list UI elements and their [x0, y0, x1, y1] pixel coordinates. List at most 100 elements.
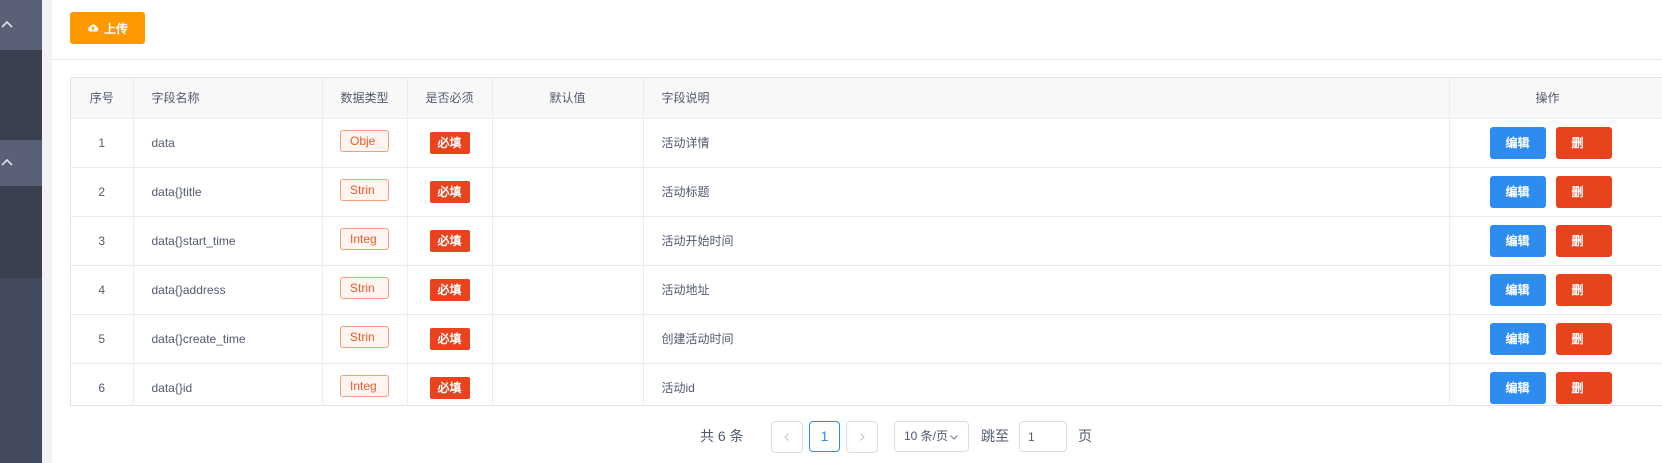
cell-required: 必填 — [407, 363, 493, 405]
chevron-up-icon — [1, 20, 13, 28]
cell-default-value — [492, 216, 644, 266]
cell-actions: 编辑删 — [1449, 314, 1662, 364]
next-page-button[interactable] — [846, 421, 878, 453]
required-tag: 必填 — [429, 376, 470, 399]
cell-field-name: data{}title — [133, 167, 323, 217]
sidebar-submenu-1 — [0, 50, 42, 140]
jump-suffix: 页 — [1078, 428, 1092, 444]
chevron-right-icon — [860, 433, 865, 441]
header-required: 是否必须 — [407, 78, 493, 119]
sidebar-submenu-2 — [0, 186, 42, 278]
table-row: 2 data{}title Strin 必填 活动标题 编辑删 — [71, 167, 1662, 217]
cell-required: 必填 — [407, 216, 493, 266]
header-data-type: 数据类型 — [322, 78, 408, 119]
header-actions: 操作 — [1449, 78, 1662, 119]
required-tag: 必填 — [429, 180, 470, 203]
edit-button[interactable]: 编辑 — [1489, 224, 1546, 257]
data-type-tag: Strin — [340, 179, 389, 201]
cell-data-type: Strin — [322, 265, 408, 315]
cell-field-name: data{}id — [133, 363, 323, 405]
cell-required: 必填 — [407, 167, 493, 217]
page-size-select[interactable]: 10 条/页 — [894, 421, 969, 452]
chevron-down-icon — [950, 435, 958, 440]
pagination: 共 6 条 1 10 条/页 跳至 页 — [52, 420, 1662, 453]
sidebar-menu-header-1[interactable] — [0, 0, 42, 50]
sidebar — [0, 0, 42, 463]
cell-default-value — [492, 118, 644, 168]
table-row: 5 data{}create_time Strin 必填 创建活动时间 编辑删 — [71, 314, 1662, 364]
data-type-tag: Strin — [340, 277, 389, 299]
cell-description: 活动标题 — [643, 167, 1450, 217]
sidebar-menu-header-2[interactable] — [0, 140, 42, 186]
cell-index: 6 — [71, 363, 134, 405]
toolbar: 上传 — [52, 0, 1662, 60]
table-header-row: 序号 字段名称 数据类型 是否必须 默认值 字段说明 操作 — [71, 78, 1662, 119]
cell-actions: 编辑删 — [1449, 216, 1662, 266]
header-description: 字段说明 — [643, 78, 1450, 119]
header-index: 序号 — [71, 78, 134, 119]
table-row: 4 data{}address Strin 必填 活动地址 编辑删 — [71, 265, 1662, 315]
cell-required: 必填 — [407, 314, 493, 364]
cell-description: 活动详情 — [643, 118, 1450, 168]
page-1-button[interactable]: 1 — [809, 421, 840, 452]
cell-actions: 编辑删 — [1449, 167, 1662, 217]
cell-actions: 编辑删 — [1449, 265, 1662, 315]
cell-field-name: data{}start_time — [133, 216, 323, 266]
delete-button[interactable]: 删 — [1555, 126, 1612, 159]
cell-index: 3 — [71, 216, 134, 266]
data-type-tag: Strin — [340, 326, 389, 348]
delete-button[interactable]: 删 — [1555, 175, 1612, 208]
jump-label: 跳至 — [981, 428, 1009, 444]
data-type-tag: Obje — [340, 130, 389, 152]
cell-field-name: data{}create_time — [133, 314, 323, 364]
jump-page-input[interactable] — [1019, 421, 1067, 452]
chevron-left-icon — [784, 433, 789, 441]
header-default-value: 默认值 — [492, 78, 644, 119]
cell-required: 必填 — [407, 265, 493, 315]
upload-button[interactable]: 上传 — [70, 12, 145, 44]
cell-field-name: data — [133, 118, 323, 168]
cell-index: 1 — [71, 118, 134, 168]
cell-description: 活动地址 — [643, 265, 1450, 315]
cell-description: 活动id — [643, 363, 1450, 405]
cell-index: 4 — [71, 265, 134, 315]
cell-description: 创建活动时间 — [643, 314, 1450, 364]
cell-default-value — [492, 314, 644, 364]
cell-data-type: Integ — [322, 363, 408, 405]
fields-table: 序号 字段名称 数据类型 是否必须 默认值 字段说明 操作 1 data Obje 必… — [70, 77, 1662, 406]
chevron-up-icon — [1, 158, 13, 166]
page-size-value: 10 条/页 — [904, 429, 949, 443]
cloud-upload-icon — [88, 24, 99, 32]
edit-button[interactable]: 编辑 — [1489, 175, 1546, 208]
table-body: 1 data Obje 必填 活动详情 编辑删 2 data{}title Strin 必填 活动标… — [71, 118, 1662, 405]
delete-button[interactable]: 删 — [1555, 371, 1612, 404]
header-field-name: 字段名称 — [133, 78, 323, 119]
delete-button[interactable]: 删 — [1555, 273, 1612, 306]
prev-page-button[interactable] — [771, 421, 803, 453]
cell-default-value — [492, 363, 644, 405]
table-row: 1 data Obje 必填 活动详情 编辑删 — [71, 118, 1662, 168]
required-tag: 必填 — [429, 327, 470, 350]
cell-default-value — [492, 265, 644, 315]
cell-required: 必填 — [407, 118, 493, 168]
cell-data-type: Obje — [322, 118, 408, 168]
delete-button[interactable]: 删 — [1555, 322, 1612, 355]
delete-button[interactable]: 删 — [1555, 224, 1612, 257]
cell-data-type: Integ — [322, 216, 408, 266]
edit-button[interactable]: 编辑 — [1489, 273, 1546, 306]
required-tag: 必填 — [429, 278, 470, 301]
cell-data-type: Strin — [322, 314, 408, 364]
cell-data-type: Strin — [322, 167, 408, 217]
upload-button-label: 上传 — [103, 21, 128, 36]
cell-actions: 编辑删 — [1449, 118, 1662, 168]
edit-button[interactable]: 编辑 — [1489, 322, 1546, 355]
cell-index: 5 — [71, 314, 134, 364]
cell-field-name: data{}address — [133, 265, 323, 315]
pagination-total: 共 6 条 — [700, 428, 744, 444]
table-row: 6 data{}id Integ 必填 活动id 编辑删 — [71, 363, 1662, 405]
required-tag: 必填 — [429, 131, 470, 154]
edit-button[interactable]: 编辑 — [1489, 371, 1546, 404]
main-content: 上传 序号 字段名称 数据类型 是否必须 默认值 字段说明 操作 1 data Ob… — [52, 0, 1662, 463]
cell-actions: 编辑删 — [1449, 363, 1662, 405]
edit-button[interactable]: 编辑 — [1489, 126, 1546, 159]
